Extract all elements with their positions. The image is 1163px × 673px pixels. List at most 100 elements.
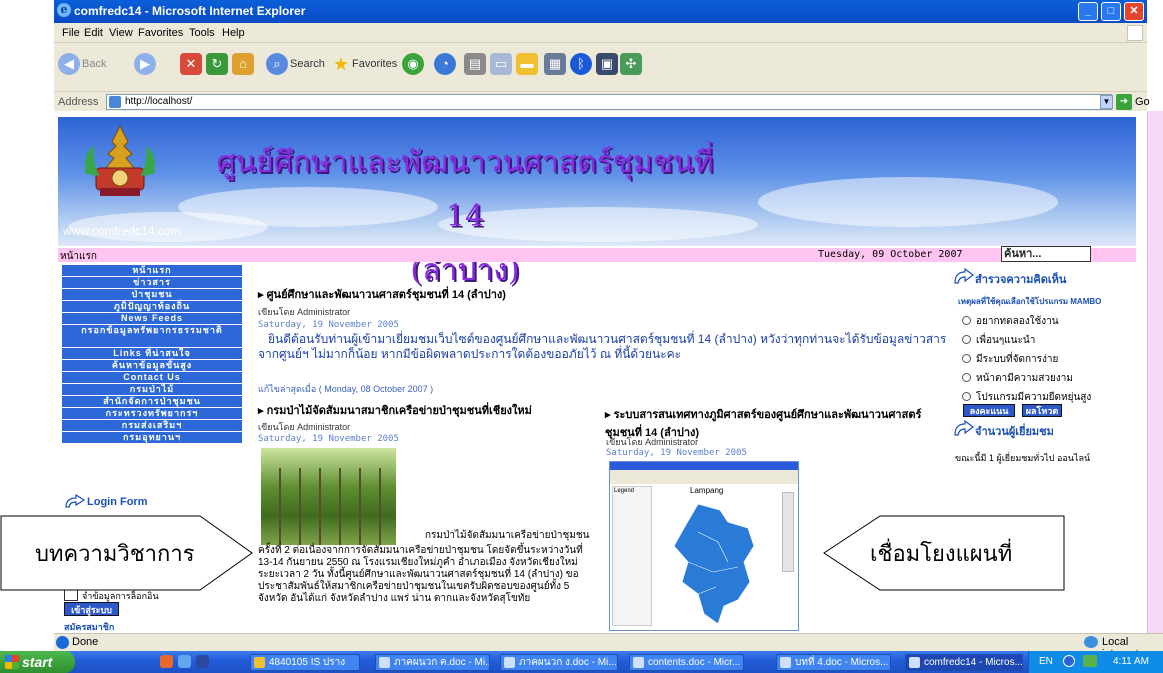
search-icon[interactable]: ⌕ xyxy=(266,53,288,75)
article1-title[interactable]: ▸ ศูนย์ศึกษาและพัฒนาวนศาสตร์ชุมชนที่ 14 … xyxy=(258,285,506,303)
tray-network-icon[interactable] xyxy=(1083,655,1097,667)
poll-radio-2[interactable] xyxy=(962,335,971,344)
register-link[interactable]: สมัครสมาชิก xyxy=(64,620,114,634)
menu-tools[interactable]: Tools xyxy=(189,27,215,39)
results-button[interactable]: ผลโหวต xyxy=(1022,404,1062,417)
article2-author: เขียนโดย Administrator xyxy=(258,422,351,432)
map-title: Lampang xyxy=(690,486,724,495)
tray-help-icon[interactable] xyxy=(1063,655,1075,667)
tools-extra-icon[interactable]: ✣ xyxy=(620,53,642,75)
bluetooth-icon[interactable]: ᛒ xyxy=(570,53,592,75)
start-label: start xyxy=(22,654,53,670)
system-tray: EN 4:11 AM xyxy=(1028,651,1163,673)
poll-radio-5[interactable] xyxy=(962,392,971,401)
messenger-icon[interactable]: ▣ xyxy=(596,53,618,75)
window-title-bar[interactable]: e comfredc14 - Microsoft Internet Explor… xyxy=(54,0,1147,23)
nav-item-park-dept[interactable]: กรมอุทยานฯ xyxy=(62,432,242,443)
quicklaunch-ie-icon[interactable] xyxy=(178,655,191,668)
visitors-arrow-icon xyxy=(954,420,974,436)
back-arrow-icon[interactable]: ◀ xyxy=(58,53,80,75)
task-ie-comfredc14[interactable]: comfredc14 - Micros... xyxy=(905,654,1023,671)
vertical-scrollbar[interactable] xyxy=(1147,111,1163,633)
ie-icon: e xyxy=(57,3,71,17)
gis-map-screenshot[interactable]: Legend Lampang xyxy=(609,461,799,631)
callout-right-label: เชื่อมโยงแผนที่ xyxy=(870,542,1013,567)
article2-title[interactable]: ▸ กรมป่าไม้จัดสัมมนาสมาชิกเครือข่ายป่าชุ… xyxy=(258,401,532,419)
vote-button[interactable]: ลงคะแนน xyxy=(963,404,1015,417)
menu-favorites[interactable]: Favorites xyxy=(138,27,183,39)
close-button[interactable]: ✕ xyxy=(1124,2,1144,21)
window-title: comfredc14 - Microsoft Internet Explorer xyxy=(74,4,306,18)
article3-date: Saturday, 19 November 2005 xyxy=(606,448,747,458)
nav-item-local-wisdom[interactable]: ภูมิปัญญาท้องถิ่น xyxy=(62,301,242,312)
media-icon[interactable]: ◉ xyxy=(402,53,424,75)
start-button[interactable]: start xyxy=(0,651,75,673)
favorites-star-icon[interactable]: ★ xyxy=(330,53,352,75)
forward-arrow-icon[interactable]: ▶ xyxy=(134,53,156,75)
language-indicator[interactable]: EN xyxy=(1039,656,1053,667)
menu-file[interactable]: File xyxy=(62,27,80,39)
poll-radio-3[interactable] xyxy=(962,354,971,363)
menu-view[interactable]: View xyxy=(109,27,133,39)
stop-icon[interactable]: ✕ xyxy=(180,53,202,75)
article1-body: ยินดีต้อนรับท่านผู้เข้ามาเยี่ยมชมเว็บไซต… xyxy=(258,332,947,361)
nav-item-forest-dept[interactable]: กรมป่าไม้ xyxy=(62,384,242,395)
quicklaunch-firefox-icon[interactable] xyxy=(160,655,173,668)
poll-option-5[interactable]: โปรแกรมมีความยืดหยุ่นสูง xyxy=(976,390,1091,405)
address-dropdown-icon[interactable]: ▼ xyxy=(1100,95,1113,109)
address-url[interactable]: http://localhost/ xyxy=(125,96,192,107)
menu-edit[interactable]: Edit xyxy=(84,27,103,39)
nav-item-promotion-dept[interactable]: กรมส่งเสริมฯ xyxy=(62,420,242,431)
maximize-button[interactable]: □ xyxy=(1101,2,1121,21)
page-done-icon xyxy=(56,636,69,649)
back-label[interactable]: Back xyxy=(82,58,106,70)
poll-option-2[interactable]: เพื่อนๆแนะนำ xyxy=(976,333,1035,348)
minimize-button[interactable]: _ xyxy=(1078,2,1098,21)
poll-option-1[interactable]: อยากทดลองใช้งาน xyxy=(976,314,1059,329)
go-arrow-icon[interactable]: ➜ xyxy=(1116,94,1132,110)
article1-author: เขียนโดย Administrator xyxy=(258,307,351,317)
task-doc-appendix-d[interactable]: ภาคผนวก ง.doc - Mi... xyxy=(500,654,618,671)
nav-item-links[interactable]: Links ที่น่าสนใจ xyxy=(62,348,242,359)
nav-item-home[interactable]: หน้าแรก xyxy=(62,265,242,276)
date-bar: หน้าแรก Tuesday, 09 October 2007 xyxy=(58,248,1136,262)
page-icon xyxy=(109,96,121,108)
breadcrumb-home[interactable]: หน้าแรก xyxy=(60,249,97,264)
poll-arrow-icon xyxy=(954,268,974,284)
login-arrow-icon xyxy=(65,494,86,508)
go-button[interactable]: Go xyxy=(1135,96,1150,108)
site-title: ศูนย์ศึกษาและพัฒนาวนศาสตร์ชุมชนที่ 14 (ล… xyxy=(195,136,735,298)
home-icon[interactable]: ⌂ xyxy=(232,53,254,75)
menu-help[interactable]: Help xyxy=(222,27,245,39)
poll-option-3[interactable]: มีระบบที่จัดการง่าย xyxy=(976,352,1058,367)
quicklaunch-word-icon[interactable] xyxy=(196,655,209,668)
poll-option-4[interactable]: หน้าตามีความสวยงาม xyxy=(976,371,1073,386)
edit-icon[interactable]: ▭ xyxy=(490,53,512,75)
poll-radio-4[interactable] xyxy=(962,373,971,382)
refresh-icon[interactable]: ↻ xyxy=(206,53,228,75)
research-icon[interactable]: ▦ xyxy=(544,53,566,75)
poll-radio-1[interactable] xyxy=(962,316,971,325)
site-url: www.comfredc14.com xyxy=(63,224,181,238)
nav-item-contact-us[interactable]: Contact Us xyxy=(62,372,242,383)
article1-date: Saturday, 19 November 2005 xyxy=(258,320,399,330)
task-doc-chapter4[interactable]: บทที่ 4.doc - Micros... xyxy=(776,654,891,671)
history-icon[interactable]: ◔ xyxy=(434,53,456,75)
task-doc-contents[interactable]: contents.doc - Micr... xyxy=(629,654,744,671)
task-doc-appendix-c[interactable]: ภาคผนวก ค.doc - Mi... xyxy=(375,654,490,671)
login-submit-button[interactable]: เข้าสู่ระบบ xyxy=(64,602,119,616)
search-label[interactable]: Search xyxy=(290,58,325,70)
print-icon[interactable]: ▤ xyxy=(464,53,486,75)
favorites-label[interactable]: Favorites xyxy=(352,58,397,70)
nav-item-community-forest[interactable]: ป่าชุมชน xyxy=(62,289,242,300)
site-search-input[interactable]: ค้นหา... xyxy=(1001,246,1091,262)
task-folder[interactable]: 4840105 IS ปราง xyxy=(250,654,360,671)
nav-item-news-feeds[interactable]: News Feeds xyxy=(62,313,242,324)
address-input[interactable]: http://localhost/ xyxy=(106,94,1112,110)
nav-item-news[interactable]: ข่าวสาร xyxy=(62,277,242,288)
nav-item-community-forest-office[interactable]: สำนักจัดการป่าชุมชน xyxy=(62,396,242,407)
nav-item-ministry[interactable]: กระทรวงทรัพยากรฯ xyxy=(62,408,242,419)
nav-item-advanced-search[interactable]: ค้นหาข้อมูลขั้นสูง xyxy=(62,360,242,371)
nav-item-resource-data[interactable]: กรอกข้อมูลทรัพยากรธรรมชาติ xyxy=(62,325,242,347)
folder-icon[interactable]: ▬ xyxy=(516,53,538,75)
